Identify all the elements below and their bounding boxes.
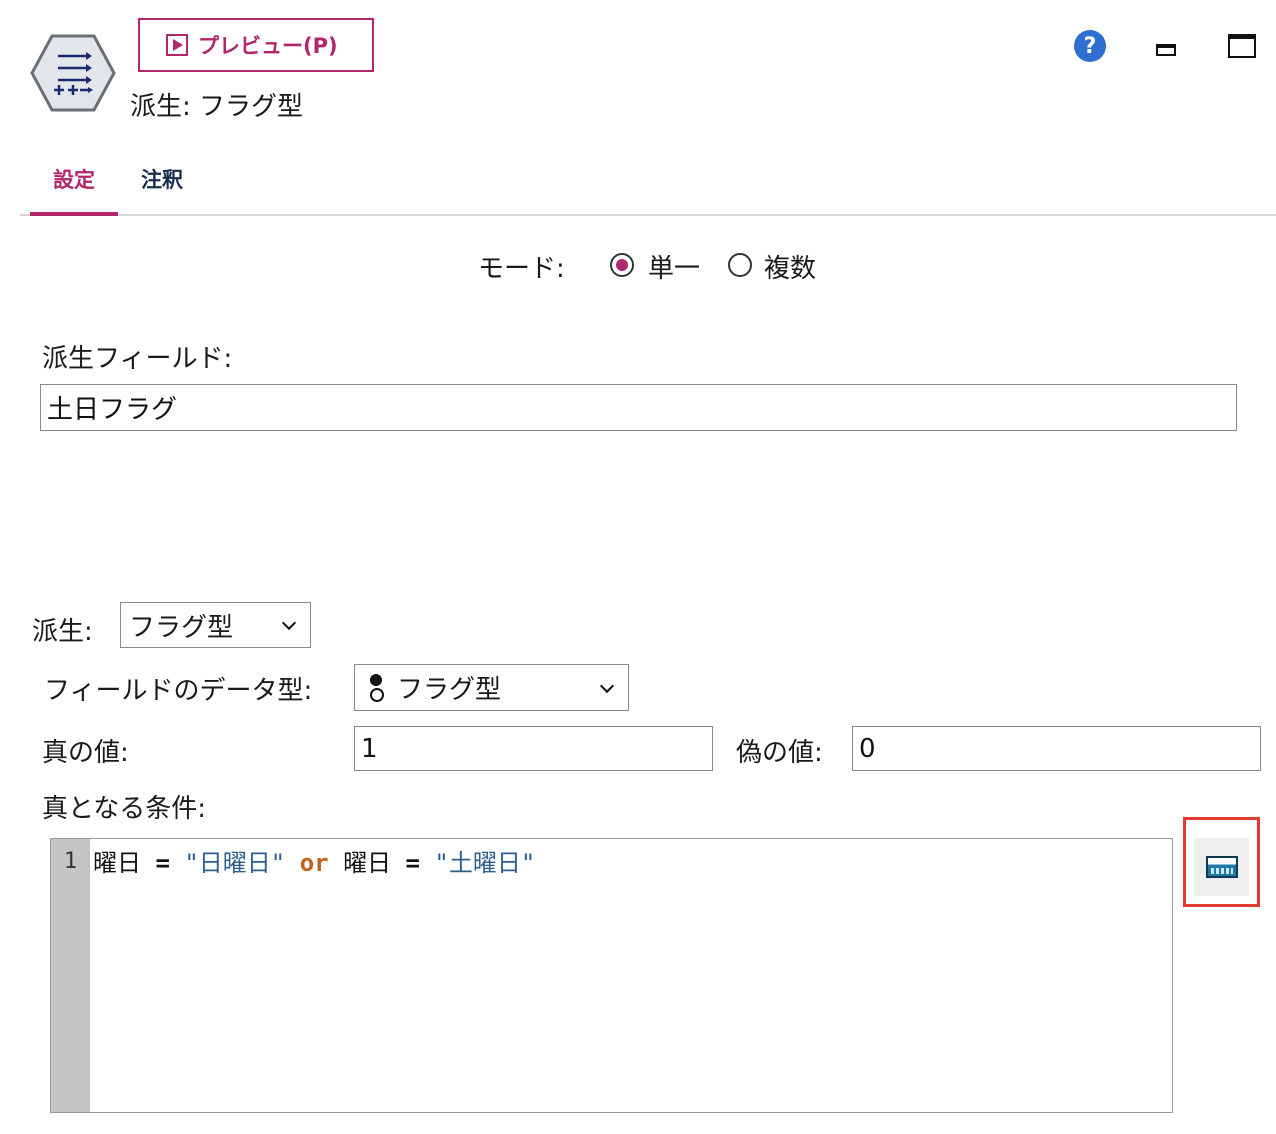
true-value-label: 真の値: <box>42 738 129 768</box>
tab-settings[interactable]: 設定 <box>30 164 118 216</box>
chevron-down-icon <box>599 678 615 693</box>
line-number: 1 <box>63 849 78 874</box>
preview-button[interactable]: プレビュー(P) <box>138 18 374 72</box>
code-line[interactable]: 曜日 = "日曜日" or 曜日 = "土曜日" <box>93 843 535 878</box>
derive-as-select[interactable]: フラグ型 <box>120 602 311 648</box>
derived-field-input[interactable] <box>40 384 1237 431</box>
code-token-string: "日曜日" <box>184 849 286 877</box>
false-value-label: 偽の値: <box>736 738 823 768</box>
derive-node-icon <box>30 34 116 112</box>
false-value-input[interactable] <box>852 726 1261 771</box>
calculator-icon <box>1205 856 1238 878</box>
code-token-keyword: or <box>285 849 344 877</box>
code-token-operator: = <box>391 849 435 877</box>
tab-settings-label: 設定 <box>53 168 95 192</box>
flag-type-icon <box>369 673 384 702</box>
code-token-field: 曜日 <box>93 849 141 877</box>
derive-as-label: 派生: <box>32 617 93 647</box>
line-number-gutter <box>51 839 90 1112</box>
help-glyph: ? <box>1083 33 1097 59</box>
code-token-operator: = <box>141 849 185 877</box>
expression-builder-button[interactable] <box>1194 838 1249 896</box>
play-icon <box>166 34 188 56</box>
tab-bar-divider <box>20 214 1276 216</box>
field-data-type-value: フラグ型 <box>397 675 502 705</box>
true-value-input[interactable] <box>354 726 713 771</box>
tab-annotation[interactable]: 注釈 <box>118 164 206 216</box>
condition-editor[interactable]: 1 曜日 = "日曜日" or 曜日 = "土曜日" <box>50 838 1173 1113</box>
chevron-down-icon <box>281 615 297 631</box>
mode-single-label[interactable]: 単一 <box>648 248 700 285</box>
condition-label: 真となる条件: <box>42 794 206 824</box>
field-data-type-label: フィールドのデータ型: <box>44 676 313 706</box>
derived-field-label: 派生フィールド: <box>42 344 233 374</box>
code-token-string: "土曜日" <box>434 849 536 877</box>
mode-single-radio[interactable] <box>610 253 634 277</box>
tab-annotation-label: 注釈 <box>141 168 183 192</box>
node-title: 派生: フラグ型 <box>130 92 304 122</box>
field-data-type-select[interactable]: フラグ型 <box>354 664 629 711</box>
help-icon[interactable]: ? <box>1074 30 1106 62</box>
mode-multiple-label[interactable]: 複数 <box>764 248 816 285</box>
code-token-field: 曜日 <box>343 849 392 877</box>
mode-label: モード: <box>478 254 565 284</box>
maximize-icon[interactable] <box>1228 34 1256 58</box>
derive-as-value: フラグ型 <box>129 612 234 643</box>
minimize-icon[interactable] <box>1156 44 1176 56</box>
preview-button-label: プレビュー(P) <box>198 34 338 58</box>
mode-multiple-radio[interactable] <box>728 253 752 277</box>
